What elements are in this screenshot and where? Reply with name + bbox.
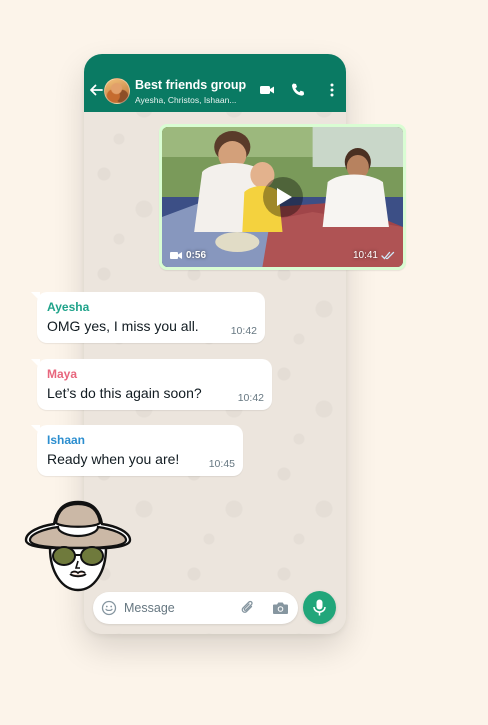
video-message-bubble[interactable]: 0:56 10:41 (159, 124, 406, 270)
more-menu-icon[interactable] (324, 82, 340, 98)
mic-button[interactable] (303, 591, 336, 624)
sender-name: Ayesha (47, 300, 90, 314)
message-text: Let’s do this again soon? (47, 385, 202, 401)
message-bubble[interactable]: Ayesha OMG yes, I miss you all. 10:42 (31, 292, 265, 343)
mic-icon (313, 599, 326, 616)
message-text: Ready when you are! (47, 451, 180, 467)
sticker-woman-hat-sunglasses[interactable] (22, 496, 134, 596)
play-icon (276, 188, 292, 206)
message-input[interactable] (124, 599, 234, 617)
group-avatar[interactable] (104, 78, 130, 104)
message-bubble[interactable]: Ishaan Ready when you are! 10:45 (31, 425, 243, 476)
video-call-icon[interactable] (259, 82, 275, 98)
chat-title[interactable]: Best friends group (135, 78, 246, 92)
message-time: 10:42 (230, 325, 257, 337)
video-camera-icon (170, 252, 182, 259)
phone-call-icon[interactable] (290, 82, 306, 98)
double-check-icon (381, 251, 395, 260)
chat-header: Best friends group Ayesha, Christos, Ish… (84, 54, 346, 112)
video-duration: 0:56 (170, 250, 206, 261)
emoji-icon[interactable] (101, 600, 117, 616)
message-time: 10:45 (208, 458, 235, 470)
video-thumbnail[interactable]: 0:56 10:41 (162, 127, 403, 267)
attach-icon[interactable] (240, 600, 256, 616)
chat-participants[interactable]: Ayesha, Christos, Ishaan... (135, 95, 236, 105)
video-timestamp: 10:41 (353, 250, 395, 261)
sender-name: Ishaan (47, 433, 86, 447)
message-time: 10:42 (237, 392, 264, 404)
camera-icon[interactable] (272, 600, 289, 616)
sender-name: Maya (47, 367, 78, 381)
message-bubble[interactable]: Maya Let’s do this again soon? 10:42 (31, 359, 272, 410)
message-composer (93, 592, 298, 624)
back-arrow-icon[interactable] (88, 82, 104, 98)
message-text: OMG yes, I miss you all. (47, 318, 199, 334)
play-button[interactable] (262, 177, 303, 217)
video-duration-text: 0:56 (186, 250, 207, 261)
video-time-text: 10:41 (352, 250, 378, 261)
